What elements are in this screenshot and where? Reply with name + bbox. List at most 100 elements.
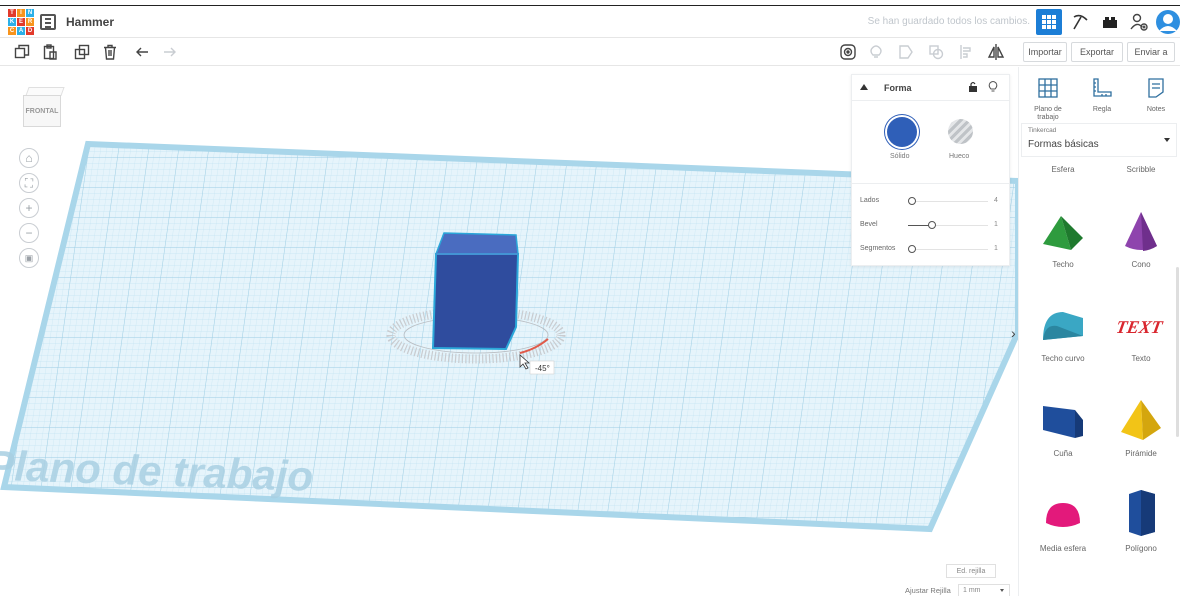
avatar[interactable] <box>1153 9 1180 35</box>
hole-label: Hueco <box>949 153 970 160</box>
shape-tile-curved-roof[interactable] <box>1025 301 1101 351</box>
design-title[interactable]: Hammer <box>66 15 114 29</box>
shape-tile-pyramid[interactable] <box>1103 395 1179 445</box>
bevel-label: Bevel <box>860 221 878 228</box>
save-status: Se han guardado todos los cambios. <box>867 16 1030 27</box>
perspective-icon[interactable]: ▣ <box>19 248 39 268</box>
snap-grid-select[interactable]: 1 mm <box>958 584 1010 596</box>
inspector-header[interactable]: Forma <box>852 75 1009 101</box>
sides-slider[interactable] <box>908 197 988 205</box>
shape-label-curved-roof: Techo curvo <box>1041 354 1085 363</box>
workplane-nav-button[interactable]: Plano de trabajo <box>1023 77 1073 123</box>
shape-label-cone: Cono <box>1131 260 1151 269</box>
shape-label-wedge: Cuña <box>1053 449 1073 458</box>
shape-label-text: Texto <box>1131 354 1151 363</box>
export-button[interactable]: Exportar <box>1071 42 1123 62</box>
svg-text:TEXT: TEXT <box>1117 317 1165 337</box>
snap-grid-value: 1 mm <box>963 587 981 594</box>
logo-letter: N <box>26 9 34 17</box>
shape-inspector: Forma Sólido Hueco Lados 4 Bevel 1 Segme… <box>851 74 1010 266</box>
shape-tile-roof[interactable] <box>1025 207 1101 257</box>
brick-icon[interactable] <box>1097 9 1123 35</box>
shape-label-scribble: Scribble <box>1126 165 1156 174</box>
paste-icon[interactable] <box>40 42 60 62</box>
view-cube[interactable]: FRONTAL <box>23 87 65 127</box>
logo-letter: C <box>8 27 16 35</box>
workplane-icon <box>1038 78 1058 98</box>
edit-toolbar: Importar Exportar Enviar a <box>0 38 1180 66</box>
selected-box-shape[interactable] <box>431 232 520 351</box>
collapse-caret-icon[interactable] <box>860 84 868 90</box>
design-menu-icon[interactable] <box>40 14 56 30</box>
redo-icon[interactable] <box>160 42 180 62</box>
hole-swatch[interactable] <box>948 119 973 144</box>
shape-label-half-sphere: Media esfera <box>1039 544 1087 553</box>
lock-icon[interactable] <box>968 81 978 93</box>
logo-letter: T <box>8 9 16 17</box>
import-button[interactable]: Importar <box>1023 42 1067 62</box>
pickaxe-icon[interactable] <box>1067 9 1093 35</box>
divider <box>852 183 1009 184</box>
view-cube-front-label: FRONTAL <box>23 95 61 127</box>
shape-tile-cone[interactable] <box>1103 207 1179 257</box>
shape-tile-text[interactable]: TEXT <box>1103 301 1179 351</box>
ruler-icon <box>1093 78 1112 97</box>
inspector-title: Forma <box>884 83 912 93</box>
grid-view-icon[interactable] <box>1036 9 1062 35</box>
copy-icon[interactable] <box>12 42 32 62</box>
notes-nav-button[interactable]: Notes <box>1131 77 1180 114</box>
edit-grid-button[interactable]: Ed. rejilla <box>946 564 996 578</box>
segments-slider[interactable] <box>908 245 988 253</box>
shape-label-pyramid: Pirámide <box>1125 449 1157 458</box>
bevel-slider[interactable] <box>908 221 988 229</box>
bulb-icon[interactable] <box>988 81 998 93</box>
panel-scrollbar[interactable] <box>1176 267 1179 437</box>
shape-tile-half-sphere[interactable] <box>1025 490 1101 540</box>
shape-label-polygon: Polígono <box>1125 544 1157 553</box>
home-view-icon[interactable]: ⌂ <box>19 148 39 168</box>
undo-icon[interactable] <box>132 42 152 62</box>
sides-slider-knob[interactable] <box>908 197 916 205</box>
tinkercad-logo[interactable]: TIN KER CAD <box>8 9 34 35</box>
logo-letter: D <box>26 27 34 35</box>
mirror-icon[interactable] <box>986 42 1006 62</box>
segments-slider-knob[interactable] <box>908 245 916 253</box>
send-to-button[interactable]: Enviar a <box>1127 42 1175 62</box>
library-name: Formas básicas <box>1028 139 1099 150</box>
ruler-nav-label: Regla <box>1092 106 1112 113</box>
solid-color-swatch[interactable] <box>887 117 917 147</box>
segments-value[interactable]: 1 <box>994 245 998 252</box>
bevel-value[interactable]: 1 <box>994 221 998 228</box>
show-all-icon[interactable] <box>838 42 858 62</box>
fit-view-icon[interactable]: ⛶ <box>19 173 39 193</box>
add-user-icon[interactable] <box>1126 9 1152 35</box>
zoom-out-icon[interactable]: − <box>19 223 39 243</box>
group-icon[interactable] <box>896 42 916 62</box>
ungroup-icon[interactable] <box>926 42 946 62</box>
tinkercad-editor: TIN KER CAD Hammer Se han guardado todos l… <box>0 0 1180 596</box>
shape-library-select[interactable]: Tinkercad Formas básicas <box>1021 123 1177 157</box>
sides-label: Lados <box>860 197 880 204</box>
top-bar: TIN KER CAD Hammer Se han guardado todos l… <box>0 6 1180 38</box>
collapse-panel-icon[interactable]: › <box>1011 325 1016 341</box>
bevel-slider-knob[interactable] <box>928 221 936 229</box>
chevron-down-icon <box>1000 589 1004 592</box>
logo-letter: E <box>17 18 25 26</box>
solid-label: Sólido <box>890 153 910 160</box>
bulb-icon[interactable] <box>866 42 886 62</box>
logo-letter: K <box>8 18 16 26</box>
shape-tile-wedge[interactable] <box>1025 395 1101 445</box>
logo-letter: A <box>17 27 25 35</box>
shape-tile-polygon[interactable] <box>1103 488 1179 538</box>
sides-value[interactable]: 4 <box>994 197 998 204</box>
shape-label-sphere: Esfera <box>1051 165 1075 174</box>
align-icon[interactable] <box>956 42 976 62</box>
notes-icon <box>1148 78 1164 98</box>
snap-grid-label: Ajustar Rejilla <box>905 586 951 595</box>
duplicate-icon[interactable] <box>72 42 92 62</box>
ruler-nav-button[interactable]: Regla <box>1077 77 1127 114</box>
zoom-in-icon[interactable]: + <box>19 198 39 218</box>
shapes-panel: Plano de trabajo Regla Notes Tinkercad F… <box>1018 67 1180 596</box>
delete-icon[interactable] <box>100 42 120 62</box>
chevron-down-icon <box>1164 138 1170 142</box>
